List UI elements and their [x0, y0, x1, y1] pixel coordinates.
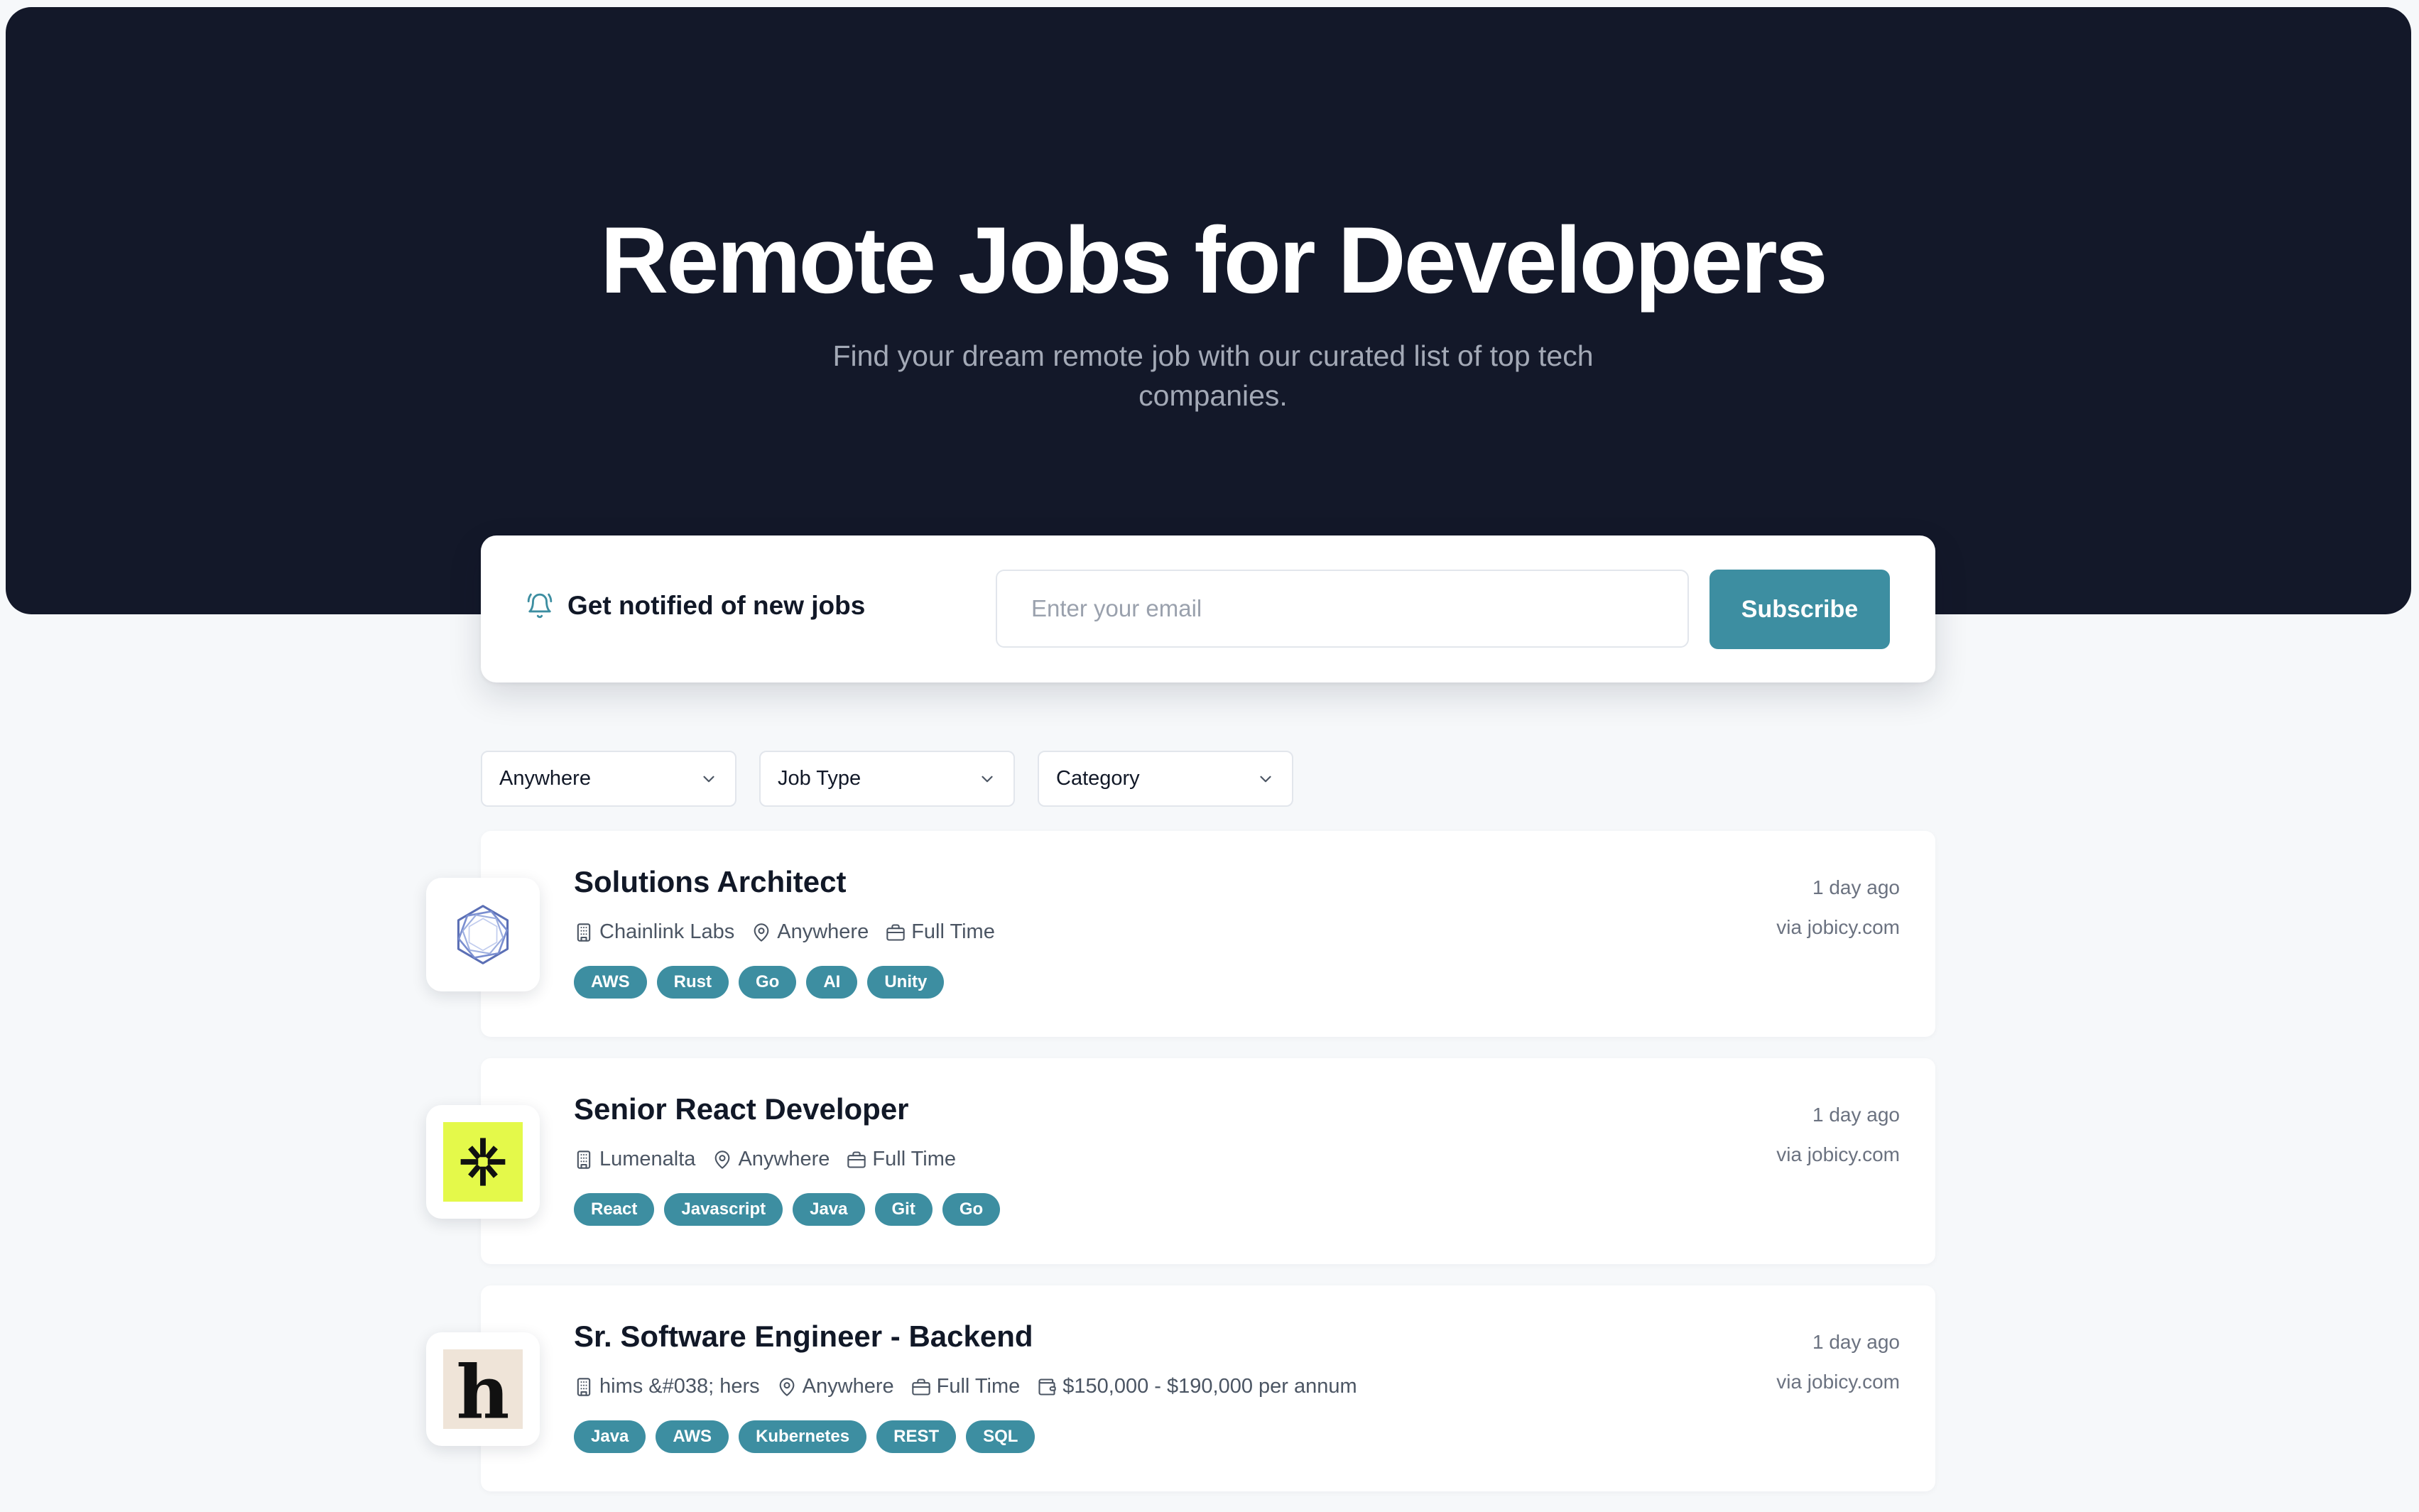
job-location: Anywhere [777, 920, 869, 943]
company-name: Lumenalta [599, 1148, 696, 1170]
company-name: Chainlink Labs [599, 920, 735, 943]
company-name: hims &#038; hers [599, 1375, 760, 1398]
job-meta: hims &#038; hers Anywhere Full Time $150… [574, 1375, 1357, 1398]
job-source: via jobicy.com [1776, 916, 1900, 938]
job-type-filter-select[interactable]: Job Type [759, 751, 1015, 807]
skill-tag[interactable]: Unity [867, 966, 945, 999]
location-meta: Anywhere [777, 1375, 894, 1398]
job-posted-info: 1 day ago via jobicy.com [1776, 1095, 1900, 1175]
job-card[interactable]: Solutions Architect Chainlink Labs Anywh… [426, 831, 1935, 1037]
hero-subtitle-line-2: companies. [1138, 379, 1288, 412]
skill-tag[interactable]: AI [806, 966, 858, 999]
svg-text:h: h [457, 1349, 510, 1429]
skill-tag[interactable]: AWS [574, 966, 647, 999]
job-alert-label: Get notified of new jobs [526, 591, 865, 621]
skill-tag[interactable]: Go [739, 966, 797, 999]
location-meta: Anywhere [751, 920, 869, 944]
location-filter-select[interactable]: Anywhere [481, 751, 736, 807]
job-type-meta: Full Time [886, 920, 995, 944]
briefcase-icon [911, 1378, 930, 1396]
page-title: Remote Jobs for Developers [600, 208, 1827, 313]
skill-tag[interactable]: SQL [966, 1420, 1035, 1453]
building-icon [577, 1150, 591, 1169]
chevron-down-icon [978, 770, 996, 788]
job-posted-info: 1 day ago via jobicy.com [1776, 868, 1900, 947]
category-filter-label: Category [1056, 767, 1140, 790]
job-alert-card: Get notified of new jobs Subscribe [481, 535, 1935, 682]
briefcase-icon [847, 1151, 866, 1168]
category-filter-select[interactable]: Category [1038, 751, 1293, 807]
salary-meta: $150,000 - $190,000 per annum [1037, 1375, 1357, 1398]
skill-tag[interactable]: Go [942, 1193, 1001, 1226]
skill-tag[interactable]: Rust [656, 966, 729, 999]
skill-tag[interactable]: Javascript [664, 1193, 783, 1226]
job-title[interactable]: Solutions Architect [574, 865, 846, 899]
map-pin-icon [715, 1150, 730, 1169]
subscribe-button[interactable]: Subscribe [1709, 570, 1890, 649]
chevron-down-icon [1256, 770, 1275, 788]
job-card[interactable]: h Sr. Software Engineer - Backend hims &… [426, 1285, 1935, 1491]
job-title[interactable]: Sr. Software Engineer - Backend [574, 1320, 1033, 1354]
job-source: via jobicy.com [1776, 1143, 1900, 1165]
hims-logo-icon: h [443, 1349, 523, 1429]
job-type: Full Time [872, 1148, 957, 1170]
hero-subtitle: Find your dream remote job with our cura… [787, 336, 1639, 415]
email-input[interactable] [996, 570, 1689, 648]
job-alert-title: Get notified of new jobs [567, 591, 866, 620]
job-location: Anywhere [802, 1375, 894, 1398]
company-logo [426, 1105, 540, 1219]
skill-tag[interactable]: React [574, 1193, 655, 1226]
company-logo [426, 878, 540, 991]
posted-time: 1 day ago [1812, 1104, 1900, 1126]
skill-tag[interactable]: Java [793, 1193, 865, 1226]
building-icon [577, 923, 591, 942]
job-type-meta: Full Time [911, 1375, 1021, 1398]
lumenalta-logo-icon [443, 1122, 523, 1202]
skill-tags: Java AWS Kubernetes REST SQL [574, 1420, 1035, 1453]
location-meta: Anywhere [712, 1148, 830, 1171]
company-meta: hims &#038; hers [574, 1375, 760, 1398]
job-meta: Lumenalta Anywhere Full Time [574, 1148, 956, 1171]
job-location: Anywhere [738, 1148, 830, 1170]
chevron-down-icon [700, 770, 718, 788]
skill-tag[interactable]: Java [574, 1420, 646, 1453]
wallet-icon [1038, 1378, 1056, 1396]
company-logo: h [426, 1332, 540, 1446]
company-meta: Chainlink Labs [574, 920, 734, 944]
job-meta: Chainlink Labs Anywhere Full Time [574, 920, 995, 944]
job-type-meta: Full Time [847, 1148, 956, 1171]
skill-tag[interactable]: Git [874, 1193, 933, 1226]
skill-tag[interactable]: REST [876, 1420, 957, 1453]
skill-tag[interactable]: AWS [656, 1420, 729, 1453]
map-pin-icon [779, 1377, 795, 1396]
hero-subtitle-line-1: Find your dream remote job with our cura… [832, 339, 1594, 372]
job-posted-info: 1 day ago via jobicy.com [1776, 1322, 1900, 1402]
building-icon [577, 1377, 591, 1396]
job-source: via jobicy.com [1776, 1371, 1900, 1393]
chainlink-logo-icon [457, 905, 509, 964]
location-filter-label: Anywhere [499, 767, 591, 790]
job-title[interactable]: Senior React Developer [574, 1092, 909, 1126]
posted-time: 1 day ago [1812, 876, 1900, 898]
posted-time: 1 day ago [1812, 1331, 1900, 1353]
job-type-filter-label: Job Type [778, 767, 861, 790]
skill-tags: React Javascript Java Git Go [574, 1193, 1001, 1226]
skill-tags: AWS Rust Go AI Unity [574, 966, 945, 999]
job-card[interactable]: Senior React Developer Lumenalta Anywher… [426, 1058, 1935, 1264]
job-type: Full Time [911, 920, 995, 943]
skill-tag[interactable]: Kubernetes [739, 1420, 867, 1453]
job-type: Full Time [936, 1375, 1021, 1398]
map-pin-icon [754, 923, 769, 942]
bell-icon [526, 592, 553, 619]
job-salary: $150,000 - $190,000 per annum [1062, 1375, 1357, 1398]
briefcase-icon [886, 923, 905, 941]
company-meta: Lumenalta [574, 1148, 695, 1171]
hero-banner: Remote Jobs for Developers Find your dre… [6, 7, 2411, 614]
